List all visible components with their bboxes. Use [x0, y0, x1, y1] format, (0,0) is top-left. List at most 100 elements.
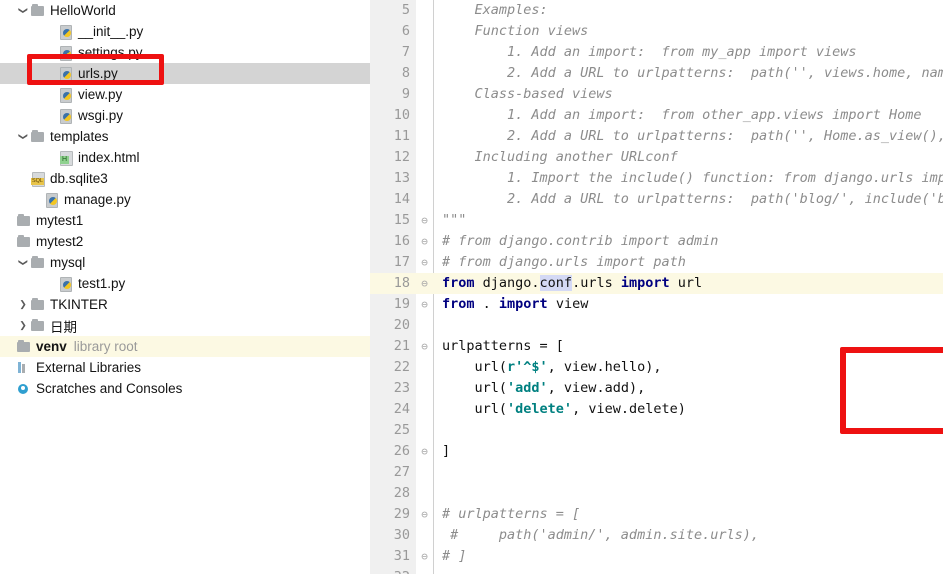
- code-line[interactable]: 8 2. Add a URL to urlpatterns: path('', …: [370, 63, 943, 84]
- code-line[interactable]: 17 ⊖ # from django.urls import path: [370, 252, 943, 273]
- code-text: # urlpatterns = [: [442, 504, 580, 525]
- tree-item-index-html[interactable]: index.html: [0, 147, 370, 168]
- tree-item-test1-py[interactable]: test1.py: [0, 273, 370, 294]
- code-fold-marker[interactable]: ⊖: [418, 504, 431, 525]
- code-line[interactable]: 23 url('add', view.add),: [370, 378, 943, 399]
- pycharm-window: ❯ HelloWorld __init__.py settings.py urls…: [0, 0, 943, 574]
- tree-item-wsgi-py[interactable]: wsgi.py: [0, 105, 370, 126]
- tree-item-mytest1[interactable]: mytest1: [0, 210, 370, 231]
- tree-item-[interactable]: ❯ 日期: [0, 315, 370, 336]
- code-line[interactable]: 22 url(r'^$', view.hello),: [370, 357, 943, 378]
- code-text: from . import view: [442, 294, 588, 315]
- code-token: # path('admin/', admin.site.urls),: [442, 527, 759, 543]
- code-line[interactable]: 9 Class-based views: [370, 84, 943, 105]
- code-line[interactable]: 5 Examples:: [370, 0, 943, 21]
- project-tree-list[interactable]: ❯ HelloWorld __init__.py settings.py urls…: [0, 0, 370, 399]
- tree-item-db-sqlite3[interactable]: db.sqlite3: [0, 168, 370, 189]
- code-fold-marker[interactable]: ⊖: [418, 252, 431, 273]
- tree-item-mysql[interactable]: ❯ mysql: [0, 252, 370, 273]
- code-line[interactable]: 14 2. Add a URL to urlpatterns: path('bl…: [370, 189, 943, 210]
- code-line[interactable]: 24 url('delete', view.delete): [370, 399, 943, 420]
- code-line[interactable]: 16 ⊖ # from django.contrib import admin: [370, 231, 943, 252]
- code-token: # ]: [442, 548, 467, 564]
- tree-item-templates[interactable]: ❯ templates: [0, 126, 370, 147]
- code-fold-marker[interactable]: ⊖: [418, 210, 431, 231]
- code-fold-marker[interactable]: ⊖: [418, 546, 431, 567]
- code-line[interactable]: 26 ⊖]: [370, 441, 943, 462]
- chevron-down-icon[interactable]: ❯: [19, 130, 29, 144]
- chevron-down-icon[interactable]: ❯: [19, 4, 29, 18]
- code-token: url(: [442, 380, 508, 396]
- code-line[interactable]: 20: [370, 315, 943, 336]
- line-number: 23: [393, 380, 410, 396]
- code-token: Function views: [442, 23, 589, 39]
- tree-item-label: settings.py: [78, 45, 143, 60]
- chevron-right-icon[interactable]: ❯: [16, 300, 30, 309]
- code-line[interactable]: 28: [370, 483, 943, 504]
- code-fold-marker[interactable]: ⊖: [418, 294, 431, 315]
- code-line[interactable]: 10 1. Add an import: from other_app.view…: [370, 105, 943, 126]
- code-text: # from django.urls import path: [442, 252, 686, 273]
- tree-item-view-py[interactable]: view.py: [0, 84, 370, 105]
- code-line[interactable]: 29 ⊖ # urlpatterns = [: [370, 504, 943, 525]
- code-text: urlpatterns = [: [442, 336, 564, 357]
- external-libraries-icon: [16, 360, 32, 375]
- code-fold-marker[interactable]: ⊖: [418, 336, 431, 357]
- tree-item-urls-py[interactable]: urls.py: [0, 63, 370, 84]
- code-lines-container[interactable]: 5 Examples: 6 Function views 7 1. Add an i…: [370, 0, 943, 574]
- line-number: 16: [393, 233, 410, 249]
- code-line[interactable]: 21 ⊖ urlpatterns = [: [370, 336, 943, 357]
- code-fold-marker[interactable]: ⊖: [418, 273, 431, 294]
- tree-item-helloworld[interactable]: ❯ HelloWorld: [0, 0, 370, 21]
- tree-item-external-libraries[interactable]: External Libraries: [0, 357, 370, 378]
- tree-item-manage-py[interactable]: manage.py: [0, 189, 370, 210]
- tree-item-label: HelloWorld: [50, 3, 116, 18]
- project-tree-panel[interactable]: ❯ HelloWorld __init__.py settings.py urls…: [0, 0, 370, 574]
- chevron-down-icon[interactable]: ❯: [19, 256, 29, 270]
- tree-item-init-py[interactable]: __init__.py: [0, 21, 370, 42]
- tree-item-settings-py[interactable]: settings.py: [0, 42, 370, 63]
- code-token: Examples:: [442, 2, 548, 18]
- line-number: 13: [393, 170, 410, 186]
- code-line[interactable]: 25: [370, 420, 943, 441]
- code-editor[interactable]: 5 Examples: 6 Function views 7 1. Add an i…: [370, 0, 943, 574]
- code-line[interactable]: 31 ⊖ # ]: [370, 546, 943, 567]
- code-token: ]: [442, 443, 451, 459]
- code-text: url('add', view.add),: [442, 378, 646, 399]
- line-number: 15: [393, 212, 410, 228]
- code-line[interactable]: 32: [370, 567, 943, 574]
- code-fold-marker[interactable]: ⊖: [418, 441, 431, 462]
- code-text: 1. Import the include() function: from d…: [442, 168, 943, 189]
- code-token: from: [442, 296, 475, 312]
- chevron-right-icon[interactable]: ❯: [16, 321, 30, 330]
- folder-icon: [16, 234, 32, 249]
- folder-icon: [30, 297, 46, 312]
- code-line[interactable]: 30 # path('admin/', admin.site.urls),: [370, 525, 943, 546]
- code-text: # path('admin/', admin.site.urls),: [442, 525, 759, 546]
- code-line[interactable]: 19 ⊖ from . import view: [370, 294, 943, 315]
- code-token: 1. Add an import: from other_app.views i…: [442, 107, 922, 123]
- tree-item-tkinter[interactable]: ❯ TKINTER: [0, 294, 370, 315]
- code-text: from django.conf.urls import url: [442, 273, 702, 294]
- code-line[interactable]: 11 2. Add a URL to urlpatterns: path('',…: [370, 126, 943, 147]
- tree-item-mytest2[interactable]: mytest2: [0, 231, 370, 252]
- code-fold-marker[interactable]: ⊖: [418, 231, 431, 252]
- code-line[interactable]: 15 ⊖ """: [370, 210, 943, 231]
- code-line[interactable]: 7 1. Add an import: from my_app import v…: [370, 42, 943, 63]
- tree-item-venv[interactable]: venv library root: [0, 336, 370, 357]
- line-number: 11: [393, 128, 410, 144]
- code-line[interactable]: 6 Function views: [370, 21, 943, 42]
- tree-item-scratches-and-consoles[interactable]: Scratches and Consoles: [0, 378, 370, 399]
- code-line[interactable]: 12 Including another URLconf: [370, 147, 943, 168]
- code-line[interactable]: 13 1. Import the include() function: fro…: [370, 168, 943, 189]
- code-line[interactable]: 18 ⊖ from django.conf.urls import url: [370, 273, 943, 294]
- python-file-icon: [58, 276, 74, 292]
- code-line[interactable]: 27: [370, 462, 943, 483]
- python-file-icon: [58, 108, 74, 124]
- python-file-icon: [58, 24, 74, 40]
- line-number: 19: [393, 296, 410, 312]
- code-text: url(r'^$', view.hello),: [442, 357, 662, 378]
